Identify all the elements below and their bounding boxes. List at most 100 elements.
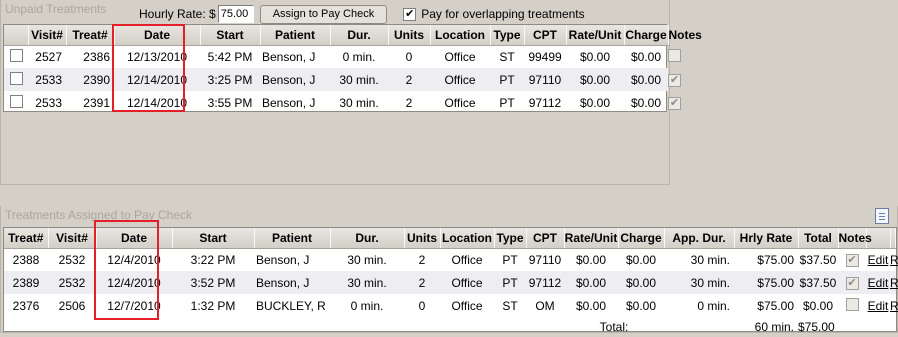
column-header[interactable]: Start [172, 228, 255, 249]
cell-start: 3:22 PM [190, 252, 236, 267]
row-select-checkbox[interactable] [9, 48, 23, 62]
cell-charge: $0.00 [630, 95, 662, 110]
assign-to-pay-check-button[interactable]: Assign to Pay Check [259, 4, 388, 24]
edit-cell: Edit [866, 248, 890, 271]
cell-charge: $0.00 [624, 68, 668, 91]
column-header[interactable]: Charge [624, 25, 669, 46]
column-header[interactable]: Treat# [4, 228, 49, 249]
table-row[interactable]: 2388 2532 12/4/2010 3:22 PM Benson, J 30 min.… [4, 248, 898, 271]
remove-link[interactable]: Remove [890, 276, 898, 290]
column-header[interactable] [890, 228, 896, 249]
column-header[interactable]: Rate/Unit [566, 25, 625, 46]
table-row[interactable]: 2527 2386 12/13/2010 5:42 PM Benson, J 0 min.… [4, 45, 681, 68]
table-row[interactable]: 2533 2390 12/14/2010 3:25 PM Benson, J 30 min… [4, 68, 681, 91]
column-header[interactable]: Hrly Rate [734, 228, 799, 249]
notes-checkbox: ✔ [845, 254, 859, 268]
column-header[interactable]: Location [440, 228, 495, 249]
cell-total: $0.00 [802, 298, 834, 313]
cell-charge: $0.00 [625, 298, 657, 313]
cell-app-dur: 30 min. [690, 252, 730, 267]
overlap-checkbox[interactable]: ✔ [403, 7, 417, 21]
column-header[interactable]: Treat# [66, 25, 115, 46]
column-header[interactable]: Dur. [330, 25, 389, 46]
cell-start: 3:52 PM [172, 271, 254, 294]
cell-start: 3:55 PM [207, 95, 253, 110]
column-header[interactable]: Units [404, 228, 441, 249]
document-icon[interactable] [875, 208, 889, 224]
cell-location: Office [451, 252, 483, 267]
column-header[interactable]: Charge [618, 228, 665, 249]
cell-treat: 2389 [4, 271, 48, 294]
row-select-checkbox[interactable] [9, 94, 23, 108]
hourly-rate-input[interactable] [217, 5, 254, 23]
cell-start: 5:42 PM [207, 49, 253, 64]
cell-cpt: 97110 [524, 68, 566, 91]
column-header[interactable] [4, 25, 29, 46]
cell-date: 12/14/2010 [114, 68, 200, 91]
column-header[interactable]: Start [200, 25, 261, 46]
cell-location: Office [440, 271, 494, 294]
column-header[interactable]: Type [494, 228, 527, 249]
column-header[interactable]: CPT [526, 228, 565, 249]
cell-patient: Benson, J [256, 252, 310, 267]
cell-dur: 0 min. [350, 298, 384, 313]
overlap-label: Pay for overlapping treatments [421, 7, 585, 21]
cell-total: $37.50 [798, 271, 838, 294]
overlap-option[interactable]: ✔ Pay for overlapping treatments [403, 7, 585, 21]
remove-link[interactable]: Remove [890, 253, 898, 267]
column-header[interactable]: Date [114, 25, 201, 46]
column-header[interactable]: CPT [524, 25, 567, 46]
edit-link[interactable]: Edit [868, 299, 889, 313]
hourly-rate-label: Hourly Rate: $ [139, 7, 216, 21]
notes-cell [838, 294, 866, 317]
column-header[interactable]: Rate/Unit [564, 228, 619, 249]
cell-treat: 2391 [83, 95, 110, 110]
cell-location: Office [444, 49, 476, 64]
column-header[interactable]: Visit# [48, 228, 97, 249]
edit-link[interactable]: Edit [868, 276, 889, 290]
total-app-dur: 60 min. [754, 320, 794, 334]
row-select-cell[interactable] [4, 68, 28, 91]
cell-date: 12/13/2010 [126, 49, 188, 64]
table-row[interactable]: 2376 2506 12/7/2010 1:32 PM BUCKLEY, R 0 min.… [4, 294, 898, 317]
column-header[interactable]: Total [798, 228, 839, 249]
unpaid-toolbar: Hourly Rate: $ Assign to Pay Check ✔ Pay… [139, 4, 585, 24]
cell-visit: 2533 [28, 68, 66, 91]
cell-type: PT [494, 271, 526, 294]
cell-type: ST [499, 49, 515, 64]
column-header[interactable]: Visit# [28, 25, 67, 46]
column-header[interactable]: Location [430, 25, 491, 46]
column-header[interactable]: Dur. [330, 228, 405, 249]
edit-link[interactable]: Edit [868, 253, 889, 267]
table-row[interactable]: 2533 2391 12/14/2010 3:55 PM Benson, J 30 min… [4, 91, 681, 114]
notes-checkbox: ✔ [668, 74, 681, 87]
assigned-treatments-panel: Treatments Assigned to Pay Check Treat# V… [0, 206, 898, 334]
table-row[interactable]: 2389 2532 12/4/2010 3:52 PM Benson, J 30 min.… [4, 271, 898, 294]
column-header[interactable]: Patient [254, 228, 331, 249]
cell-cpt: 97112 [526, 271, 564, 294]
row-select-cell[interactable] [4, 45, 28, 68]
cell-patient: BUCKLEY, R [256, 298, 326, 313]
row-select-cell[interactable] [4, 91, 28, 114]
cell-type: ST [502, 298, 518, 313]
cell-rate: $0.00 [566, 68, 624, 91]
cell-rate: $0.00 [564, 271, 618, 294]
cell-app-dur: 30 min. [664, 271, 734, 294]
row-select-checkbox[interactable] [9, 71, 23, 85]
notes-cell: ✔ [838, 271, 866, 294]
cell-rate: $0.00 [579, 95, 611, 110]
remove-link[interactable]: Remove [890, 299, 898, 313]
cell-location: Office [444, 95, 476, 110]
edit-cell: Edit [866, 271, 890, 294]
column-header[interactable]: Notes [838, 228, 872, 249]
column-header[interactable]: Date [96, 228, 173, 249]
cell-dur: 30 min. [330, 271, 404, 294]
totals-row: Total: 60 min. $75.00 [4, 317, 896, 337]
cell-visit: 2533 [35, 95, 62, 110]
column-header[interactable]: Units [388, 25, 431, 46]
cell-rate: $0.00 [575, 298, 607, 313]
column-header[interactable]: App. Dur. [664, 228, 735, 249]
cell-charge: $0.00 [625, 252, 657, 267]
column-header[interactable]: Patient [260, 25, 331, 46]
column-header[interactable]: Type [490, 25, 525, 46]
